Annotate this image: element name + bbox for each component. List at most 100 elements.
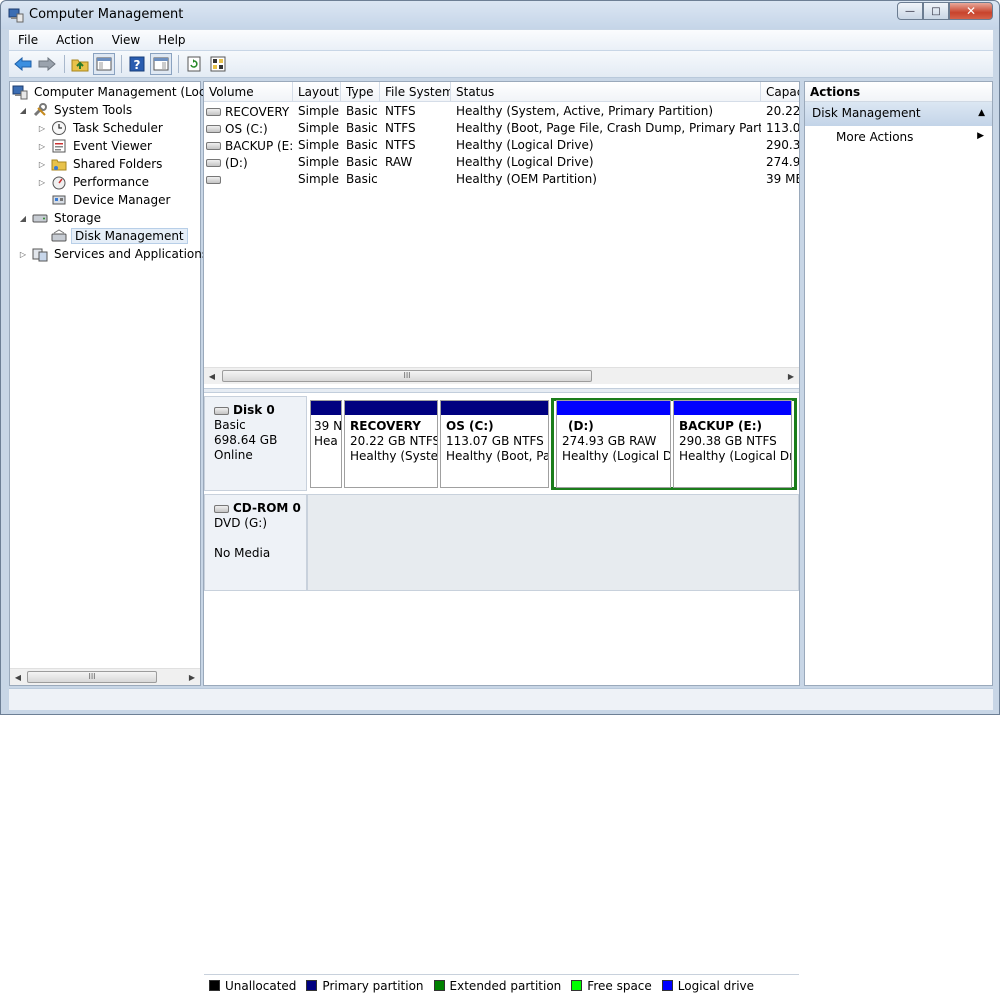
tree-item-label: Services and Applications — [54, 247, 209, 261]
drive-icon — [206, 125, 221, 133]
volume-list-horizontal-scrollbar[interactable]: ◀ III ▶ — [204, 367, 799, 384]
expand-icon[interactable]: ▷ — [37, 124, 47, 133]
column-header-layout[interactable]: Layout — [293, 82, 341, 101]
properties-button[interactable] — [207, 53, 229, 75]
table-row[interactable]: OS (C:) Simple Basic NTFS Healthy (Boot,… — [204, 120, 799, 137]
show-hide-action-pane-button[interactable] — [150, 53, 172, 75]
table-row[interactable]: RECOVERY Simple Basic NTFS Healthy (Syst… — [204, 103, 799, 120]
table-row[interactable]: Simple Basic Healthy (OEM Partition) 39 … — [204, 171, 799, 188]
help-button[interactable]: ? — [126, 53, 148, 75]
scroll-thumb[interactable]: III — [222, 370, 592, 382]
column-header-volume[interactable]: Volume — [204, 82, 293, 101]
partition-status: Healthy (Syster — [350, 449, 437, 463]
forward-button[interactable] — [36, 53, 58, 75]
cdrom-0-area[interactable] — [307, 494, 799, 591]
menu-action[interactable]: Action — [47, 33, 103, 47]
table-row[interactable]: BACKUP (E:) Simple Basic NTFS Healthy (L… — [204, 137, 799, 154]
pane-splitter[interactable] — [204, 388, 799, 393]
tree-item-services-and-applications[interactable]: ▷ Services and Applications — [18, 245, 210, 263]
collapse-icon[interactable]: ◢ — [18, 214, 28, 223]
tree-item-shared-folders[interactable]: ▷ Shared Folders — [37, 155, 164, 173]
cell-volume: OS (C:) — [225, 122, 268, 136]
menu-file[interactable]: File — [9, 33, 47, 47]
disk-0-label[interactable]: Disk 0 Basic 698.64 GB Online — [204, 396, 307, 491]
collapse-up-icon[interactable]: ▲ — [978, 108, 985, 118]
column-header-capacity[interactable]: Capac — [761, 82, 799, 101]
back-arrow-icon — [14, 57, 32, 71]
cell-file-system: NTFS — [385, 121, 416, 135]
scroll-right-arrow-icon[interactable]: ▶ — [783, 368, 799, 384]
maximize-button[interactable]: □ — [923, 2, 949, 20]
collapse-icon[interactable]: ◢ — [18, 106, 28, 115]
column-header-type[interactable]: Type — [341, 82, 380, 101]
back-button[interactable] — [12, 53, 34, 75]
cell-layout: Simple — [298, 121, 339, 135]
tree-item-device-manager[interactable]: Device Manager — [37, 191, 172, 209]
expand-icon[interactable]: ▷ — [18, 250, 28, 259]
actions-pane: Actions Disk Management ▲ More Actions ▶ — [804, 81, 993, 686]
scroll-thumb[interactable]: III — [27, 671, 157, 683]
legend-swatch — [209, 980, 220, 991]
cell-type: Basic — [346, 138, 378, 152]
tree-item-performance[interactable]: ▷ Performance — [37, 173, 151, 191]
partition-size: 274.93 GB RAW — [562, 434, 657, 448]
toolbar: ? — [9, 51, 993, 78]
tree-item-storage[interactable]: ◢ Storage — [18, 209, 103, 227]
partition-d[interactable]: (D:) 274.93 GB RAW Healthy (Logical Dr — [556, 400, 671, 488]
partition-recovery[interactable]: RECOVERY 20.22 GB NTFS Healthy (Syster — [344, 400, 438, 488]
device-manager-icon — [51, 192, 67, 208]
menu-view[interactable]: View — [103, 33, 149, 47]
tree-item-event-viewer[interactable]: ▷ Event Viewer — [37, 137, 154, 155]
actions-section-disk-management[interactable]: Disk Management ▲ — [805, 102, 992, 126]
tree-horizontal-scrollbar[interactable]: ◀ III ▶ — [10, 668, 200, 685]
minimize-button[interactable]: — — [897, 2, 923, 20]
up-one-level-button[interactable] — [69, 53, 91, 75]
cdrom-icon — [214, 504, 229, 513]
cdrom-0-label[interactable]: CD-ROM 0 DVD (G:) No Media — [204, 494, 307, 591]
partition-os-c[interactable]: OS (C:) 113.07 GB NTFS Healthy (Boot, Pa… — [440, 400, 549, 488]
tree-root-computer-management[interactable]: Computer Management (Local — [12, 83, 218, 101]
partition-oem[interactable]: 39 N Hea — [310, 400, 342, 488]
menu-help[interactable]: Help — [149, 33, 194, 47]
partition-status: Healthy (Logical Dr — [562, 449, 670, 463]
column-header-file-system[interactable]: File System — [380, 82, 451, 101]
console-tree-icon — [96, 57, 112, 71]
scroll-left-arrow-icon[interactable]: ◀ — [10, 669, 26, 685]
disk-icon — [214, 406, 229, 415]
refresh-button[interactable] — [183, 53, 205, 75]
partition-size: 290.38 GB NTFS — [679, 434, 777, 448]
scroll-left-arrow-icon[interactable]: ◀ — [204, 368, 220, 384]
primary-partition-bar — [311, 401, 341, 415]
cell-type: Basic — [346, 155, 378, 169]
partition-status: Healthy (Boot, Pag — [446, 449, 548, 463]
title-bar[interactable]: Computer Management — □ ✕ — [1, 1, 999, 29]
legend-swatch — [306, 980, 318, 991]
svg-text:?: ? — [134, 58, 141, 72]
legend-primary-partition: Primary partition — [306, 979, 424, 993]
tree-item-task-scheduler[interactable]: ▷ Task Scheduler — [37, 119, 165, 137]
table-row[interactable]: (D:) Simple Basic RAW Healthy (Logical D… — [204, 154, 799, 171]
cell-capacity: 20.22 ( — [766, 104, 799, 118]
partition-legend: Unallocated Primary partition Extended p… — [204, 974, 799, 996]
cell-capacity: 274.93 — [766, 155, 799, 169]
show-hide-console-tree-button[interactable] — [93, 53, 115, 75]
column-header-status[interactable]: Status — [451, 82, 761, 101]
more-actions-item[interactable]: More Actions ▶ — [805, 126, 992, 148]
expand-icon[interactable]: ▷ — [37, 142, 47, 151]
tree-item-system-tools[interactable]: ◢ System Tools — [18, 101, 134, 119]
cell-file-system: RAW — [385, 155, 413, 169]
tree-item-disk-management[interactable]: Disk Management — [37, 227, 188, 245]
disk-name: Disk 0 — [233, 403, 275, 417]
partition-backup-e[interactable]: BACKUP (E:) 290.38 GB NTFS Healthy (Logi… — [673, 400, 792, 488]
action-pane-icon — [153, 57, 169, 71]
legend-swatch — [661, 980, 673, 991]
volume-list-header: Volume Layout Type File System Status Ca… — [204, 82, 799, 102]
close-button[interactable]: ✕ — [949, 2, 993, 20]
menu-bar: File Action View Help — [9, 30, 993, 50]
scroll-right-arrow-icon[interactable]: ▶ — [184, 669, 200, 685]
primary-partition-bar — [441, 401, 548, 415]
primary-partition-bar — [345, 401, 437, 415]
expand-icon[interactable]: ▷ — [37, 178, 47, 187]
partition-name: BACKUP (E:) — [679, 419, 763, 433]
expand-icon[interactable]: ▷ — [37, 160, 47, 169]
